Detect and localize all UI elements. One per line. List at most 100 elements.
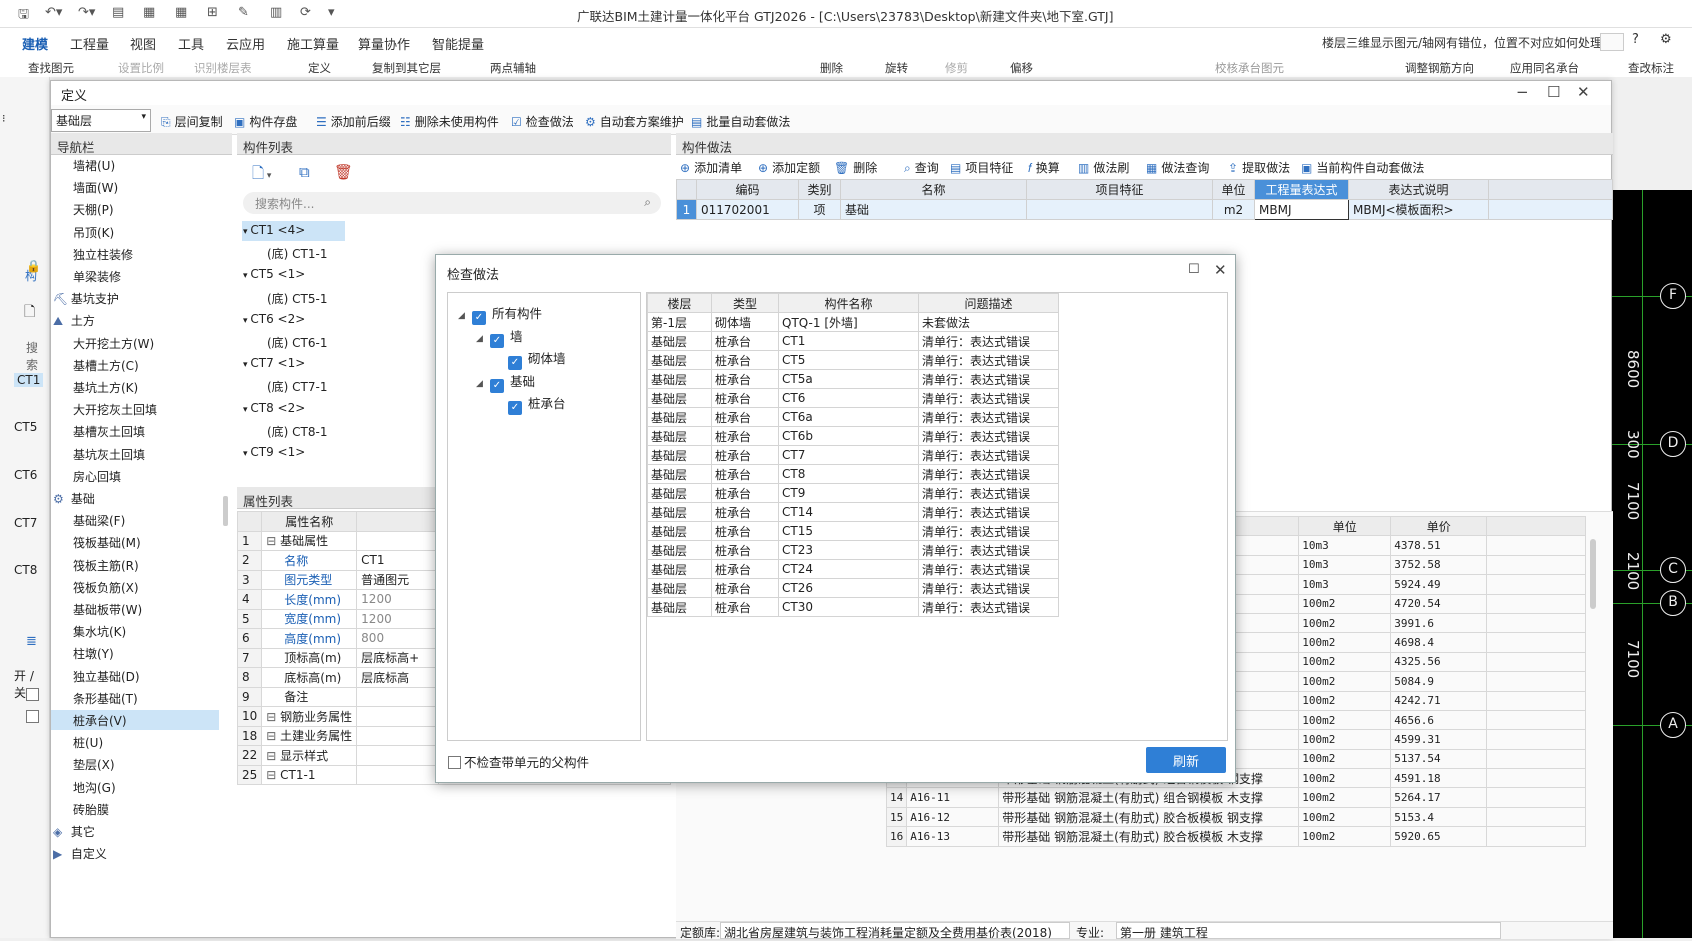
nav-item[interactable]: 条形基础(T) xyxy=(73,690,138,707)
side-checkbox-2[interactable] xyxy=(26,710,39,723)
method-row-expr[interactable]: MBMJ xyxy=(1254,199,1349,220)
checkbox-checked-icon[interactable]: ✓ xyxy=(508,401,522,415)
ribbon-check-cap[interactable]: 校核承台图元 xyxy=(1215,60,1284,76)
help-question[interactable]: 楼层三维显示图元/轴网有错位，位置不对应如何处理? xyxy=(1322,34,1608,51)
table-row[interactable]: 基础层 桩承台 CT6a 清单行：表达式错误 xyxy=(647,407,1059,427)
search-icon[interactable]: ⌕ xyxy=(644,195,651,210)
ribbon-rebar-dir[interactable]: 调整钢筋方向 xyxy=(1405,60,1474,76)
property-row-value[interactable]: 层底标高 xyxy=(356,667,440,688)
ribbon-floor-table[interactable]: 识别楼层表 xyxy=(194,60,252,76)
menu-collab[interactable]: 算量协作 xyxy=(358,34,410,53)
menu-smart[interactable]: 智能提量 xyxy=(432,34,484,53)
method-row-name[interactable]: 基础 xyxy=(840,199,1027,220)
menu-view[interactable]: 视图 xyxy=(130,34,156,53)
axis-bubble-d[interactable]: D xyxy=(1660,431,1686,457)
property-row-value[interactable] xyxy=(356,530,440,551)
minimize-icon[interactable]: − xyxy=(1516,83,1529,101)
tree-group-item[interactable]: ▾ CT8 <2> xyxy=(243,401,305,415)
quick-access-menu-icon[interactable]: ▾ xyxy=(328,5,335,20)
nav-item[interactable]: 筏板负筋(X) xyxy=(73,579,139,596)
nav-item[interactable]: 墙裙(U) xyxy=(73,157,115,174)
property-row-value[interactable] xyxy=(356,706,440,727)
method-tool-button[interactable]: ⇪ 提取做法 xyxy=(1228,159,1290,176)
calc-icon[interactable]: ▤ xyxy=(112,5,124,20)
tree-expand-icon[interactable]: ◢ xyxy=(458,311,472,321)
nav-item[interactable]: 集水坑(K) xyxy=(73,623,126,640)
table-row[interactable]: 1 011702001 项 基础 m2 MBMJ MBMJ<模板面积> xyxy=(676,199,1613,220)
menu-cloud[interactable]: 云应用 xyxy=(226,34,265,53)
sync-icon[interactable]: ⟳ xyxy=(300,5,311,20)
nav-item[interactable]: 基槽土方(C) xyxy=(73,357,139,374)
side-ct7[interactable]: CT7 xyxy=(14,516,37,530)
save-component-button[interactable]: ▣ 构件存盘 xyxy=(234,113,297,130)
nav-item[interactable]: 基础板带(W) xyxy=(73,601,142,618)
nav-item[interactable]: 独立柱装修 xyxy=(73,246,133,263)
nav-item[interactable]: 筏板基础(M) xyxy=(73,534,141,551)
skip-parent-checkbox[interactable]: 不检查带单元的父构件 xyxy=(448,752,589,771)
grid-icon[interactable]: ⊞ xyxy=(207,5,218,20)
property-row-value[interactable]: 普通图元 xyxy=(356,569,440,590)
summary-icon[interactable]: ▦ xyxy=(143,5,155,20)
nav-item[interactable]: 单梁装修 xyxy=(73,268,121,285)
save-icon[interactable]: 🖫 xyxy=(18,5,29,27)
table-row[interactable]: 基础层 桩承台 CT24 清单行：表达式错误 xyxy=(647,559,1059,579)
property-row-value[interactable] xyxy=(356,686,440,707)
ribbon-rotate[interactable]: 旋转 xyxy=(885,60,908,76)
method-row-code[interactable]: 011702001 xyxy=(696,199,799,220)
floor-select[interactable]: 基础层 ▾ xyxy=(51,109,151,132)
ribbon-find[interactable]: 查找图元 xyxy=(28,60,74,76)
nav-item[interactable]: 地沟(G) xyxy=(73,779,116,796)
nav-item[interactable]: 桩(U) xyxy=(73,734,103,751)
refresh-button[interactable]: 刷新 xyxy=(1146,747,1226,773)
tree-group-item[interactable]: ▾ CT6 <2> xyxy=(243,312,305,326)
nav-item[interactable]: 房心回填 xyxy=(73,468,121,485)
table-row[interactable]: 基础层 桩承台 CT5 清单行：表达式错误 xyxy=(647,350,1059,370)
method-tool-button[interactable]: ▤ 项目特征 xyxy=(950,159,1013,176)
cad-canvas[interactable]: F D C B A 8600 300 7100 2100 7100 xyxy=(1612,190,1692,938)
table-row[interactable]: 基础层 桩承台 CT6b 清单行：表达式错误 xyxy=(647,426,1059,446)
method-row-feature[interactable] xyxy=(1026,199,1213,220)
method-tool-button[interactable]: ⊕ 添加清单 xyxy=(680,159,742,176)
axis-bubble-a[interactable]: A xyxy=(1660,712,1686,738)
checkbox-checked-icon[interactable]: ✓ xyxy=(472,311,486,325)
close-icon[interactable]: ✕ xyxy=(1577,83,1590,101)
expand-box-icon[interactable]: ⊟ xyxy=(266,729,280,743)
edit-icon[interactable]: ✎ xyxy=(238,5,249,20)
side-toggle-icon[interactable]: ⁝ xyxy=(2,112,6,125)
nav-item[interactable]: 大开挖灰土回填 xyxy=(73,401,157,418)
nav-item[interactable]: 基坑土方(K) xyxy=(73,379,138,396)
delete-component-icon[interactable]: 🗑 xyxy=(334,163,353,181)
method-tool-button[interactable]: 🗑 删除 xyxy=(834,159,877,176)
nav-item[interactable]: 筏板主筋(R) xyxy=(73,557,139,574)
nav-item[interactable]: 垫层(X) xyxy=(73,756,115,773)
menu-tools[interactable]: 工具 xyxy=(178,34,204,53)
nav-item[interactable]: 天棚(P) xyxy=(73,201,114,218)
method-row-desc[interactable]: MBMJ<模板面积> xyxy=(1348,199,1489,220)
dialog-maximize-icon[interactable]: ☐ xyxy=(1188,262,1200,277)
property-row-value[interactable]: 800 xyxy=(356,628,440,649)
dialog-tree-node[interactable]: ✓ 桩承台 xyxy=(494,393,566,415)
ribbon-apply-same[interactable]: 应用同名承台 xyxy=(1510,60,1579,76)
property-row-value[interactable]: 1200 xyxy=(356,589,440,610)
table-row[interactable]: 基础层 桩承台 CT8 清单行：表达式错误 xyxy=(647,464,1059,484)
copy-floor-button[interactable]: ⎘ 层间复制 xyxy=(161,113,223,130)
property-row-value[interactable] xyxy=(356,745,440,766)
table-row[interactable]: 15 A16-12 带形基础 钢筋混凝土(有肋式) 胶合板模板 钢支撑 100m2 51… xyxy=(885,806,1586,828)
nav-scrollbar[interactable] xyxy=(223,496,228,526)
tree-child-item[interactable]: (底) CT6-1 xyxy=(267,334,328,351)
method-tool-button[interactable]: ▥ 做法刷 xyxy=(1078,159,1129,176)
checkbox-checked-icon[interactable]: ✓ xyxy=(490,333,504,348)
tree-child-item[interactable]: (底) CT8-1 xyxy=(267,423,328,440)
table-row[interactable]: 基础层 桩承台 CT15 清单行：表达式错误 xyxy=(647,521,1059,541)
menu-modeling[interactable]: 建模 xyxy=(22,34,49,57)
table-row[interactable]: 基础层 桩承台 CT9 清单行：表达式错误 xyxy=(647,483,1059,503)
auto-scheme-button[interactable]: ⚙ 自动套方案维护 xyxy=(585,113,684,130)
check-method-button[interactable]: ☑ 检查做法 xyxy=(511,113,574,130)
ribbon-offset[interactable]: 偏移 xyxy=(1010,60,1033,76)
settings-icon[interactable]: ⚙ xyxy=(1660,32,1672,47)
quota-lib-select[interactable]: 湖北省房屋建筑与装饰工程消耗量定额及全费用基价表(2018) xyxy=(720,922,1070,939)
table-row[interactable]: 基础层 桩承台 CT23 清单行：表达式错误 xyxy=(647,540,1059,560)
tree-group-item[interactable]: ▾ CT9 <1> xyxy=(243,445,305,459)
table-row[interactable]: 16 A16-13 带形基础 钢筋混凝土(有肋式) 胶合板模板 木支撑 100m2 59… xyxy=(885,826,1586,847)
table-row[interactable]: 14 A16-11 带形基础 钢筋混凝土(有肋式) 组合钢模板 木支撑 100m2 52… xyxy=(885,787,1586,808)
